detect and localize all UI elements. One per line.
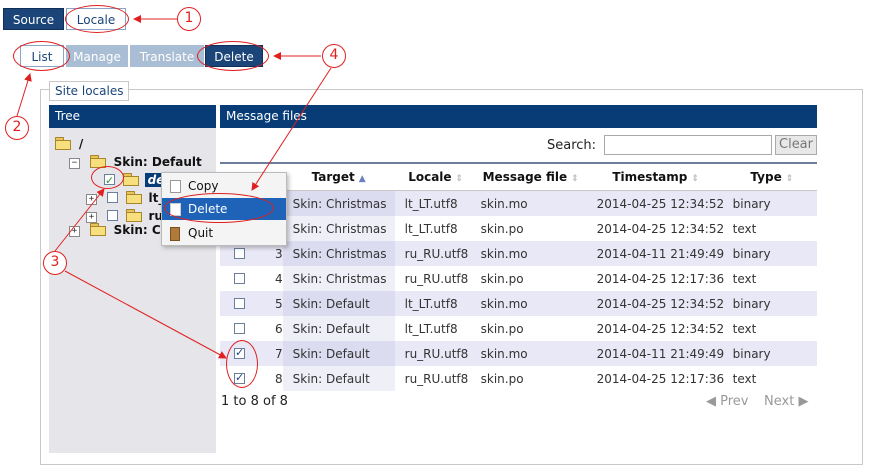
- arrow-3b: [64, 270, 227, 359]
- arrow-4b: [251, 67, 332, 191]
- arrow-3a: [54, 188, 105, 252]
- annotation-arrows: [16, 15, 332, 359]
- arrow-2: [16, 73, 32, 117]
